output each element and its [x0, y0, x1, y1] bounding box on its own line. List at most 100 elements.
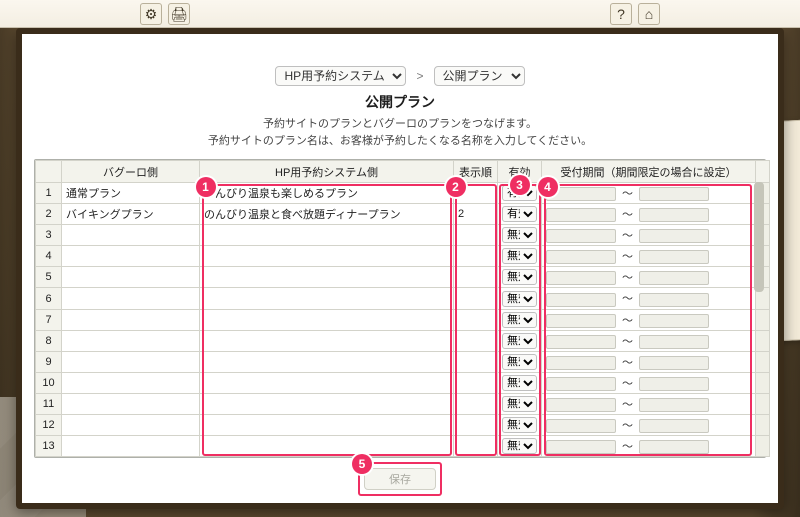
enabled-select[interactable]: 有効無効	[502, 227, 537, 243]
bagooro-cell[interactable]	[62, 393, 200, 414]
period-start-input[interactable]	[546, 229, 616, 243]
enabled-select[interactable]: 有効無効	[502, 438, 537, 454]
period-cell: 〜	[542, 183, 756, 204]
period-start-input[interactable]	[546, 398, 616, 412]
period-start-input[interactable]	[546, 208, 616, 222]
display-order-cell[interactable]	[454, 351, 498, 372]
bagooro-cell[interactable]	[62, 267, 200, 288]
bagooro-cell[interactable]	[62, 351, 200, 372]
period-end-input[interactable]	[639, 250, 709, 264]
period-start-input[interactable]	[546, 419, 616, 433]
save-button[interactable]: 保存	[364, 468, 436, 490]
display-order-cell[interactable]	[454, 225, 498, 246]
enabled-cell: 有効無効	[498, 330, 542, 351]
period-start-input[interactable]	[546, 356, 616, 370]
period-end-input[interactable]	[639, 440, 709, 454]
bagooro-cell[interactable]	[62, 309, 200, 330]
bagooro-cell[interactable]	[62, 225, 200, 246]
hp-system-cell[interactable]	[200, 225, 454, 246]
period-tilde: 〜	[622, 248, 633, 264]
period-start-input[interactable]	[546, 377, 616, 391]
enabled-select[interactable]: 有効無効	[502, 269, 537, 285]
hp-system-cell[interactable]	[200, 288, 454, 309]
page-select[interactable]: 公開プラン	[434, 66, 525, 86]
display-order-cell[interactable]	[454, 436, 498, 457]
bagooro-cell[interactable]	[62, 288, 200, 309]
period-end-input[interactable]	[639, 314, 709, 328]
display-order-cell[interactable]	[454, 372, 498, 393]
bagooro-cell[interactable]: バイキングプラン	[62, 204, 200, 225]
enabled-select[interactable]: 有効無効	[502, 354, 537, 370]
hp-system-cell[interactable]	[200, 309, 454, 330]
period-start-input[interactable]	[546, 335, 616, 349]
hp-system-cell[interactable]	[200, 415, 454, 436]
enabled-select[interactable]: 有効無効	[502, 417, 537, 433]
hp-system-cell[interactable]: のんびり温泉と食べ放題ディナープラン	[200, 204, 454, 225]
enabled-cell: 有効無効	[498, 372, 542, 393]
enabled-select[interactable]: 有効無効	[502, 396, 537, 412]
display-order-cell[interactable]	[454, 393, 498, 414]
display-order-cell[interactable]	[454, 267, 498, 288]
bagooro-cell[interactable]	[62, 246, 200, 267]
enabled-select[interactable]: 有効無効	[502, 206, 537, 222]
enabled-select[interactable]: 有効無効	[502, 185, 537, 201]
period-start-input[interactable]	[546, 250, 616, 264]
hp-system-cell[interactable]	[200, 436, 454, 457]
hp-system-cell[interactable]	[200, 372, 454, 393]
display-order-cell[interactable]	[454, 309, 498, 330]
col-header-order: 表示順	[454, 161, 498, 183]
display-order-cell[interactable]	[454, 415, 498, 436]
display-order-cell[interactable]	[454, 246, 498, 267]
hp-system-cell[interactable]	[200, 267, 454, 288]
period-end-input[interactable]	[639, 187, 709, 201]
hp-system-cell[interactable]	[200, 351, 454, 372]
system-select[interactable]: HP用予約システム	[275, 66, 406, 86]
period-end-input[interactable]	[639, 419, 709, 433]
home-icon[interactable]: ⌂	[638, 3, 660, 25]
period-end-input[interactable]	[639, 293, 709, 307]
display-order-cell[interactable]	[454, 288, 498, 309]
period-end-input[interactable]	[639, 398, 709, 412]
enabled-select[interactable]: 有効無効	[502, 312, 537, 328]
period-start-input[interactable]	[546, 440, 616, 454]
display-order-cell[interactable]	[454, 330, 498, 351]
row-number: 4	[36, 246, 62, 267]
enabled-select[interactable]: 有効無効	[502, 333, 537, 349]
period-end-input[interactable]	[639, 229, 709, 243]
period-end-input[interactable]	[639, 356, 709, 370]
enabled-select[interactable]: 有効無効	[502, 375, 537, 391]
period-tilde: 〜	[622, 290, 633, 306]
scrollbar-thumb[interactable]	[754, 182, 764, 292]
bagooro-cell[interactable]	[62, 436, 200, 457]
bagooro-cell[interactable]: 通常プラン	[62, 183, 200, 204]
gear-icon[interactable]: ⚙	[140, 3, 162, 25]
period-end-input[interactable]	[639, 208, 709, 222]
help-icon[interactable]: ?	[610, 3, 632, 25]
scrollbar-gutter	[756, 415, 770, 436]
row-number: 5	[36, 267, 62, 288]
hp-system-cell[interactable]	[200, 330, 454, 351]
period-start-input[interactable]	[546, 187, 616, 201]
display-order-cell[interactable]: 2	[454, 204, 498, 225]
hp-system-cell[interactable]: のんびり温泉も楽しめるプラン	[200, 183, 454, 204]
enabled-select[interactable]: 有効無効	[502, 248, 537, 264]
display-order-cell[interactable]: 1	[454, 183, 498, 204]
bagooro-cell[interactable]	[62, 330, 200, 351]
period-tilde: 〜	[622, 333, 633, 349]
row-number: 6	[36, 288, 62, 309]
period-start-input[interactable]	[546, 271, 616, 285]
hp-system-cell[interactable]	[200, 393, 454, 414]
period-end-input[interactable]	[639, 335, 709, 349]
col-header-period: 受付期間（期間限定の場合に設定）	[542, 161, 756, 183]
print-icon[interactable]: 🖨	[168, 3, 190, 25]
period-start-input[interactable]	[546, 293, 616, 307]
period-end-input[interactable]	[639, 377, 709, 391]
bagooro-cell[interactable]	[62, 372, 200, 393]
period-start-input[interactable]	[546, 314, 616, 328]
table-row: 3有効無効〜	[36, 225, 770, 246]
bagooro-cell[interactable]	[62, 415, 200, 436]
enabled-select[interactable]: 有効無効	[502, 291, 537, 307]
hp-system-cell[interactable]	[200, 246, 454, 267]
period-end-input[interactable]	[639, 271, 709, 285]
enabled-cell: 有効無効	[498, 288, 542, 309]
